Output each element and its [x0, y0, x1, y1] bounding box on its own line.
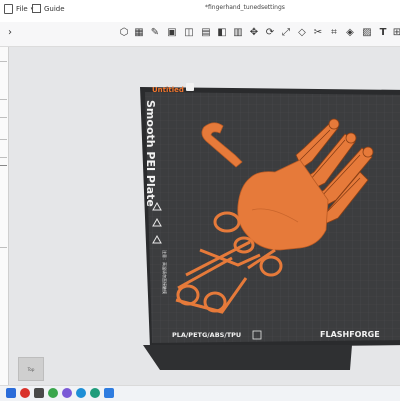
app-icon-3[interactable] [62, 388, 72, 398]
support-icon[interactable]: ⌗ [328, 27, 340, 39]
plate-name-label: Untitled [152, 86, 184, 94]
file-icon [4, 4, 13, 14]
window-title: *fingerhand_tunedsettings [205, 4, 285, 11]
menu-guide-label: Guide [44, 4, 65, 13]
left-panel [0, 47, 9, 400]
grid-icon[interactable]: ▦ [133, 27, 145, 39]
view-cube[interactable]: Top [18, 357, 44, 381]
measure-icon[interactable]: ⊞ [391, 27, 400, 39]
chrome-icon[interactable] [48, 388, 58, 398]
materials-label: PLA/PETG/ABS/TPU [172, 331, 241, 339]
start-icon[interactable] [6, 388, 16, 398]
3d-viewport[interactable]: Untitled Smooth PEI Plate 注意：高温请勿直接触摸 PL… [9, 47, 400, 385]
move-icon[interactable]: ✥ [248, 27, 260, 39]
side-arrow-icon[interactable]: › [4, 27, 16, 39]
seam-icon[interactable]: ◈ [344, 27, 356, 39]
cube-icon[interactable]: ⬡ [118, 27, 130, 39]
app-icon-4[interactable] [90, 388, 100, 398]
menu-guide[interactable]: Guide [32, 4, 65, 13]
edit-icon[interactable] [186, 83, 194, 91]
taskbar [0, 385, 400, 401]
warning-label: 注意：高温请勿直接触摸 [162, 250, 168, 294]
app-icon-1[interactable] [20, 388, 30, 398]
rotate-icon[interactable]: ⟳ [264, 27, 276, 39]
cut-icon[interactable]: ✂ [312, 27, 324, 39]
menu-file-label: File [16, 5, 28, 13]
app-icon-5[interactable] [104, 388, 114, 398]
place-face-icon[interactable]: ◇ [296, 27, 308, 39]
guide-icon [32, 4, 41, 13]
image-icon[interactable]: ▣ [166, 27, 178, 39]
plate-type-label: Smooth PEI Plate [144, 100, 157, 207]
main-toolbar: › ⬡ ▦ ✎ ▣ ◫ ▤ ◧ ▥ ✥ ⟳ ⤢ ◇ ✂ ⌗ ◈ ▨ T ⊞ [0, 22, 400, 47]
edge-icon[interactable] [76, 388, 86, 398]
object-icon[interactable]: ◧ [216, 27, 228, 39]
paint-brush-icon[interactable]: ▨ [361, 27, 373, 39]
layers-icon[interactable]: ▤ [200, 27, 212, 39]
arrange-icon[interactable]: ▥ [232, 27, 244, 39]
title-bar: File ▾ Guide *fingerhand_tunedsettings [0, 0, 400, 23]
view-cube-label: Top [27, 366, 35, 372]
brand-label: FLASHFORGE [320, 330, 380, 339]
split-icon[interactable]: ◫ [183, 27, 195, 39]
app-icon-2[interactable] [34, 388, 44, 398]
menu-file[interactable]: File ▾ [4, 4, 33, 14]
paint-icon[interactable]: ✎ [149, 27, 161, 39]
text-icon[interactable]: T [377, 27, 389, 39]
scale-icon[interactable]: ⤢ [280, 27, 292, 39]
viewport-canvas[interactable]: Untitled Smooth PEI Plate 注意：高温请勿直接触摸 PL… [9, 47, 400, 385]
